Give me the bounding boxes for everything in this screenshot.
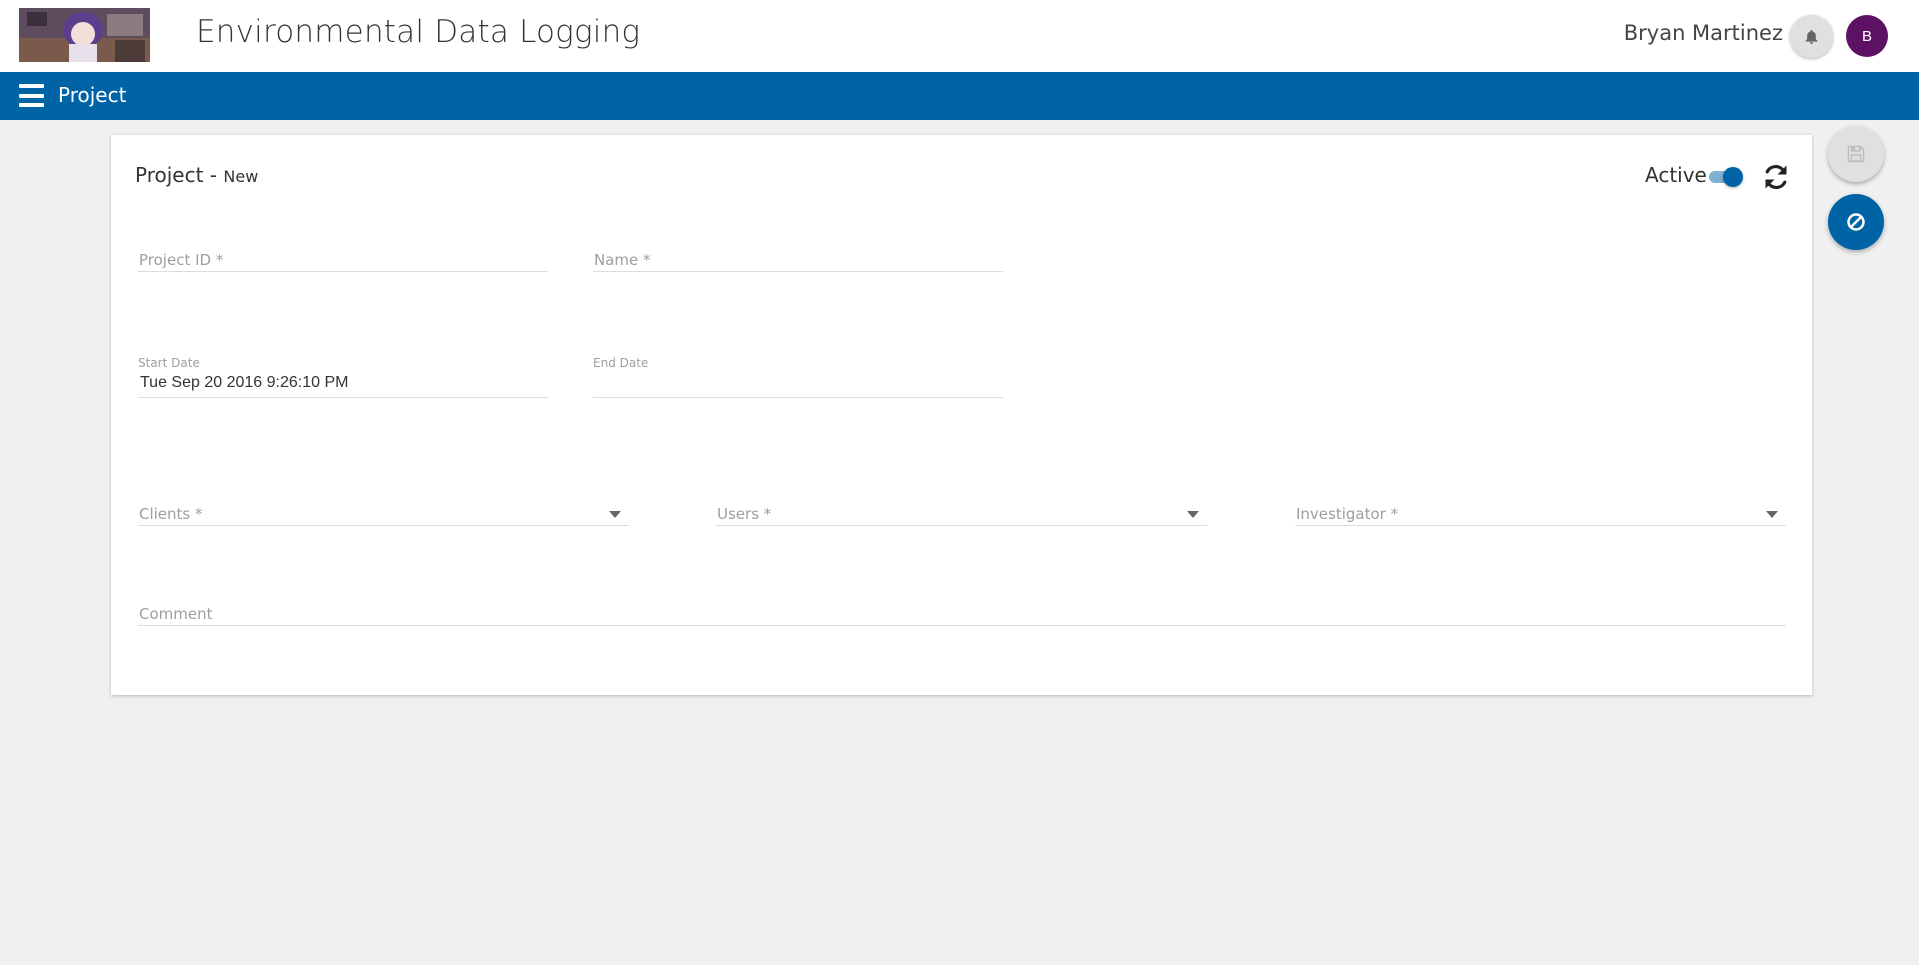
comment-placeholder: Comment [139, 605, 213, 623]
avatar[interactable]: B [1846, 15, 1888, 57]
end-date-field[interactable]: End Date [593, 356, 1003, 398]
chevron-down-icon [1187, 511, 1199, 518]
nav-title: Project [58, 83, 127, 107]
top-header: Environmental Data Logging Bryan Martine… [0, 0, 1919, 72]
active-label: Active [1645, 163, 1707, 187]
investigator-select[interactable]: Investigator * [1295, 498, 1786, 526]
refresh-icon[interactable] [1762, 163, 1790, 191]
clients-placeholder: Clients * [139, 505, 203, 523]
project-id-placeholder: Project ID * [139, 251, 224, 269]
cancel-button[interactable] [1828, 194, 1884, 250]
project-id-field[interactable]: Project ID * [138, 235, 548, 272]
app-title: Environmental Data Logging [196, 14, 641, 50]
card-title-main: Project - [135, 163, 218, 187]
save-icon [1847, 145, 1865, 163]
start-date-field[interactable]: Start Date Tue Sep 20 2016 9:26:10 PM [138, 356, 548, 398]
active-toggle[interactable] [1707, 167, 1743, 187]
card-title-status: New [223, 167, 259, 186]
users-placeholder: Users * [717, 505, 772, 523]
users-select[interactable]: Users * [716, 498, 1207, 526]
card-title: Project - New [135, 163, 258, 187]
end-date-label: End Date [593, 356, 649, 370]
chevron-down-icon [1766, 511, 1778, 518]
app-logo [19, 8, 150, 62]
save-button[interactable] [1828, 126, 1884, 182]
notifications-button[interactable] [1790, 15, 1833, 58]
project-form-card: Project - New Active Project ID * Name *… [111, 135, 1812, 695]
nav-bar: Project [0, 72, 1919, 120]
comment-field[interactable]: Comment [138, 595, 1786, 626]
cancel-icon [1847, 213, 1865, 231]
name-field[interactable]: Name * [593, 235, 1003, 272]
name-placeholder: Name * [594, 251, 651, 269]
clients-select[interactable]: Clients * [138, 498, 629, 526]
user-name[interactable]: Bryan Martinez [1624, 21, 1783, 45]
menu-icon[interactable] [19, 84, 44, 107]
bell-icon [1805, 29, 1818, 44]
investigator-placeholder: Investigator * [1296, 505, 1399, 523]
chevron-down-icon [609, 511, 621, 518]
start-date-label: Start Date [138, 356, 200, 370]
start-date-value: Tue Sep 20 2016 9:26:10 PM [140, 374, 349, 391]
